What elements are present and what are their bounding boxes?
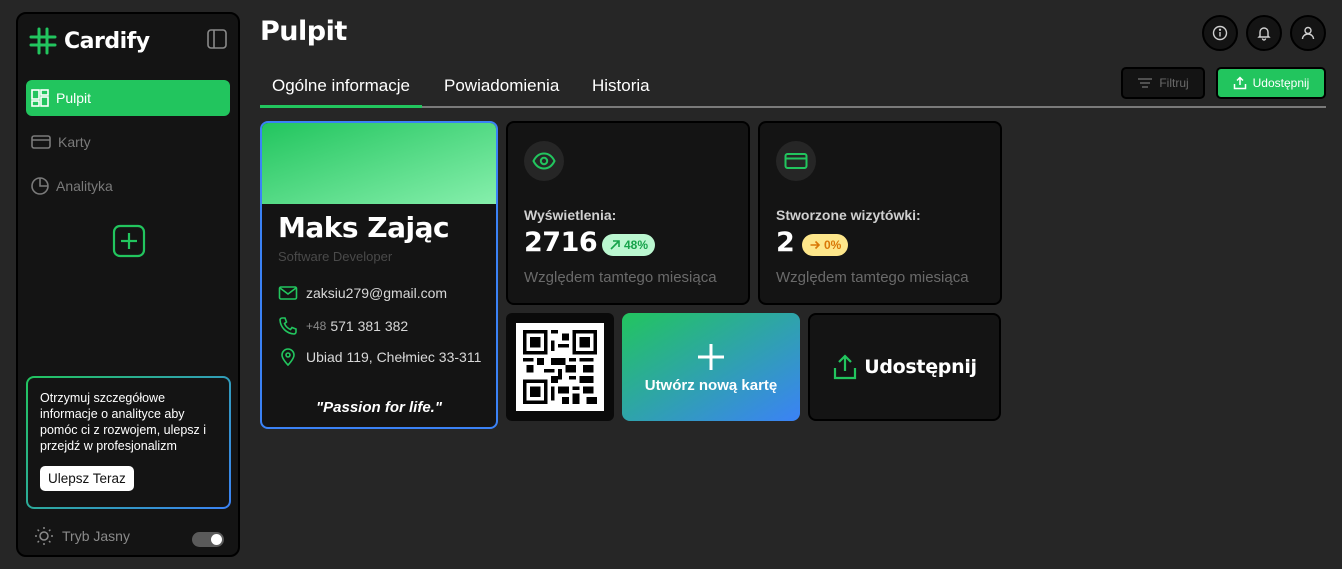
card-email-text: zaksiu279@gmail.com	[306, 285, 448, 301]
phone-icon	[279, 317, 297, 335]
dashboard-icon	[31, 89, 49, 107]
sidebar-item-label: Analityka	[56, 178, 113, 194]
filter-button[interactable]: Filtruj	[1121, 67, 1205, 99]
plus-square-icon	[112, 224, 146, 258]
stat-icon-wrap	[776, 141, 816, 181]
stat-change: 0%	[824, 238, 842, 252]
stat-subtitle: Względem tamtego miesiąca	[524, 269, 717, 286]
share-tile-label: Udostępnij	[864, 356, 977, 378]
location-icon	[281, 348, 295, 367]
sidebar-item-analityka[interactable]: Analityka	[26, 168, 230, 204]
card-icon	[31, 135, 51, 149]
promo-text: Otrzymuj szczegółowe informacje o analit…	[40, 391, 207, 453]
profile-button[interactable]	[1290, 15, 1326, 51]
sun-icon	[35, 527, 53, 545]
theme-toggle[interactable]	[192, 532, 224, 547]
upgrade-button[interactable]: Ulepsz Teraz	[40, 466, 134, 491]
create-card-label: Utwórz nową kartę	[644, 376, 778, 394]
tab-general[interactable]: Ogólne informacje	[260, 76, 422, 108]
stat-icon-wrap	[524, 141, 564, 181]
app-logo[interactable]: Cardify	[28, 26, 150, 56]
card-address: Ubiad 119, Chełmiec 33-311	[278, 347, 481, 367]
stat-subtitle: Względem tamtego miesiąca	[776, 269, 969, 286]
pie-chart-icon	[31, 177, 49, 195]
card-email: zaksiu279@gmail.com	[278, 285, 447, 301]
card-phone: +48 571 381 382	[278, 316, 408, 336]
card-phone-prefix: +48	[306, 319, 327, 333]
tab-notifications[interactable]: Powiadomienia	[432, 76, 571, 108]
share-label: Udostępnij	[1252, 76, 1310, 90]
app-name: Cardify	[64, 28, 150, 54]
toggle-knob	[211, 534, 222, 545]
eye-icon	[532, 152, 556, 170]
stat-value: 2716	[524, 227, 598, 258]
bell-icon	[1257, 27, 1271, 41]
card-quote: "Passion for life."	[316, 399, 442, 416]
upgrade-promo: Otrzymuj szczegółowe informacje o analit…	[26, 376, 231, 509]
tab-history[interactable]: Historia	[580, 76, 662, 108]
page-title: Pulpit	[260, 16, 347, 47]
card-name: Maks Zając	[278, 211, 450, 244]
sidebar-item-label: Pulpit	[56, 90, 92, 106]
upload-icon	[1233, 76, 1246, 90]
stat-change-badge: 48%	[602, 234, 656, 256]
create-card-button[interactable]: Utwórz nową kartę	[622, 313, 800, 421]
sidebar-item-label: Karty	[58, 134, 91, 150]
info-icon	[1212, 25, 1228, 41]
info-button[interactable]	[1202, 15, 1238, 51]
filter-icon	[1138, 78, 1153, 88]
notifications-button[interactable]	[1246, 15, 1282, 51]
card-banner	[262, 123, 496, 204]
qr-code-icon	[516, 323, 604, 411]
stat-value: 2	[776, 227, 795, 258]
stat-card-created: Stworzone wizytówki: 2 0% Względem tamte…	[758, 121, 1002, 305]
share-button[interactable]: Udostępnij	[1216, 67, 1326, 99]
arrow-up-right-icon	[610, 240, 620, 250]
stat-card-views: Wyświetlenia: 2716 48% Względem tamtego …	[506, 121, 750, 305]
sidebar: Cardify Pulpit Karty Analityka Otrzymuj	[16, 12, 240, 557]
card-icon	[784, 153, 808, 169]
card-address-text: Ubiad 119, Chełmiec 33-311	[306, 349, 482, 365]
stat-label: Wyświetlenia:	[524, 207, 617, 223]
sidebar-item-pulpit[interactable]: Pulpit	[26, 80, 230, 116]
add-card-button[interactable]	[112, 224, 146, 263]
upload-icon	[834, 354, 857, 380]
business-card-preview[interactable]: Maks Zając Software Developer zaksiu279@…	[260, 121, 498, 429]
cardify-logo-icon	[29, 27, 57, 55]
user-icon	[1301, 26, 1315, 40]
filter-label: Filtruj	[1159, 76, 1189, 90]
card-role: Software Developer	[278, 249, 393, 264]
arrow-right-icon	[810, 240, 821, 250]
sidebar-item-karty[interactable]: Karty	[26, 124, 230, 160]
card-phone-text: 571 381 382	[330, 318, 409, 334]
stat-change-badge: 0%	[802, 234, 849, 256]
stat-label: Stworzone wizytówki:	[776, 207, 921, 223]
qr-code-tile[interactable]	[506, 313, 614, 421]
share-tile-button[interactable]: Udostępnij	[808, 313, 1001, 421]
theme-row: Tryb Jasny	[34, 526, 130, 546]
stat-change: 48%	[624, 238, 649, 252]
theme-label: Tryb Jasny	[62, 528, 130, 544]
plus-icon	[698, 343, 724, 370]
sidebar-toggle-icon[interactable]	[206, 28, 228, 55]
mail-icon	[278, 286, 298, 300]
